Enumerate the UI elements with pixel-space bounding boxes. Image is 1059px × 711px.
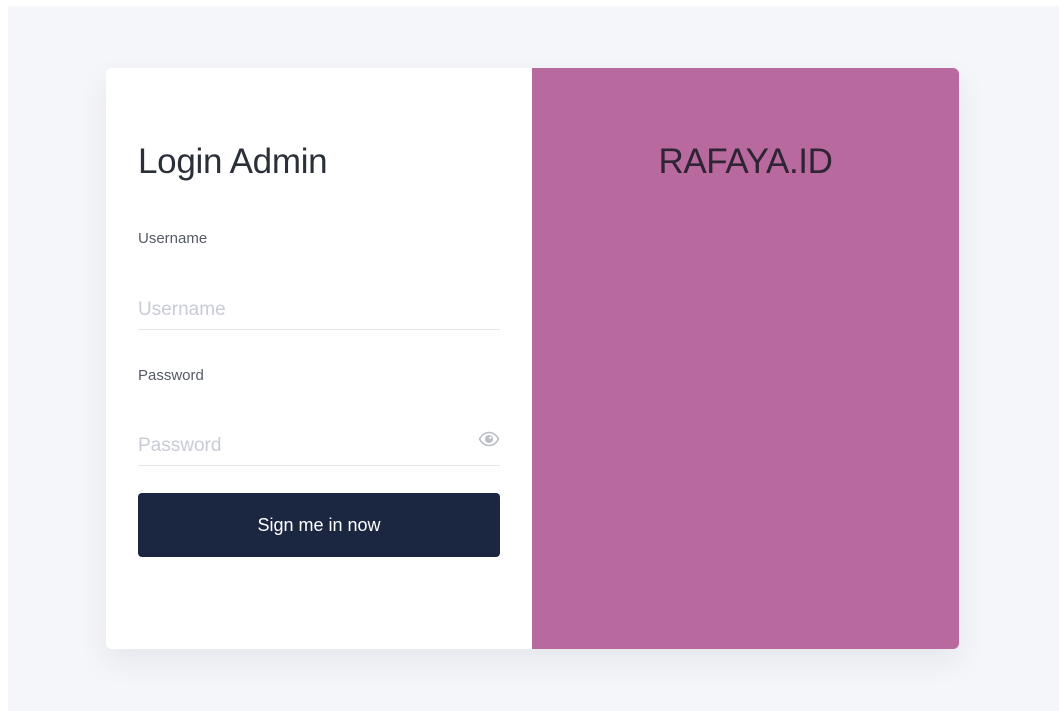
brand-panel: RAFAYA.ID — [532, 68, 959, 649]
password-input[interactable] — [138, 426, 500, 466]
login-card: Login Admin Username Password Sign me in… — [106, 68, 959, 649]
eye-icon[interactable] — [478, 431, 500, 447]
username-label: Username — [138, 230, 208, 247]
password-label: Password — [138, 367, 204, 384]
brand-name: RAFAYA.ID — [658, 142, 833, 181]
login-form-panel: Login Admin Username Password Sign me in… — [106, 68, 532, 649]
sign-in-button[interactable]: Sign me in now — [138, 493, 500, 557]
page-title: Login Admin — [138, 142, 328, 181]
username-input[interactable] — [138, 290, 500, 330]
